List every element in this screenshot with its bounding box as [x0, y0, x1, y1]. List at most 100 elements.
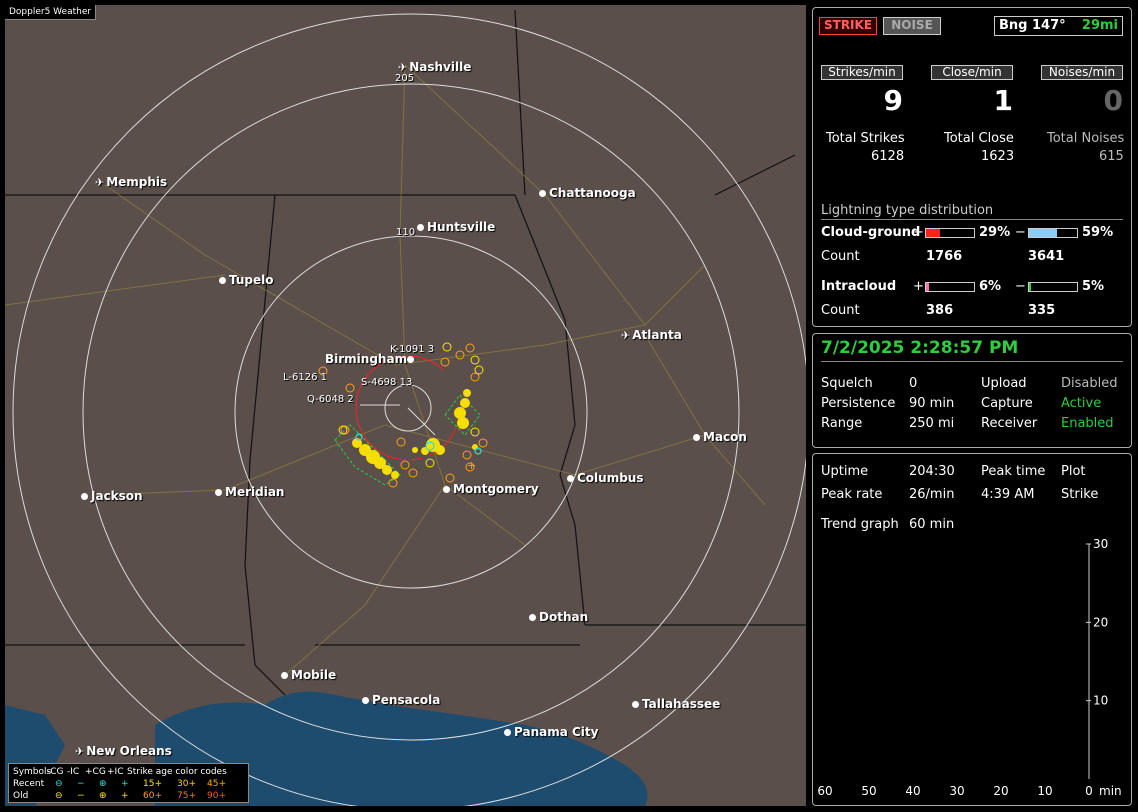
city-label: Montgomery [453, 482, 539, 496]
strike-track-label[interactable]: Q-6048 2 [307, 394, 354, 405]
x-tick-label: 0 [1085, 784, 1093, 798]
age-code: 60+ [143, 791, 162, 801]
city-label: Panama City [514, 725, 599, 739]
cg-positive-bar [925, 228, 975, 238]
peak-time-value: 4:39 AM [981, 487, 1035, 502]
x-tick-label: 60 [817, 784, 832, 798]
city-label: Tupelo [229, 273, 274, 287]
city-dot-icon [362, 697, 369, 704]
cg-negative-count: 3641 [1028, 249, 1065, 264]
strike-track-label[interactable]: S-4698 13 [361, 377, 412, 388]
range-value: 250 mi [909, 416, 955, 431]
city-macon: Macon [693, 430, 747, 444]
plot-value[interactable]: Strike [1061, 487, 1098, 502]
legend-header: Symbols -CG -IC +CG +IC Strike age color… [13, 766, 244, 778]
city-dot-icon [567, 475, 574, 482]
capture-value: Active [1061, 396, 1102, 411]
strike-track-label[interactable]: L-6126 1 [283, 372, 327, 383]
city-nashville: ✈ Nashville [398, 60, 471, 74]
legend-neg-ic: -IC [67, 767, 80, 777]
city-huntsville: Huntsville [417, 220, 495, 234]
close-per-min-label[interactable]: Close/min [931, 65, 1013, 80]
map-background: + [5, 9, 806, 806]
city-dot-icon [504, 729, 511, 736]
legend-old-label: Old [13, 791, 29, 801]
airport-icon: ✈ [621, 329, 631, 342]
distribution-title: Lightning type distribution [821, 203, 1123, 220]
city-montgomery: Montgomery [443, 482, 539, 496]
ic-negative-fill [1029, 283, 1032, 291]
noises-per-min-label[interactable]: Noises/min [1041, 65, 1123, 80]
neg-cg-symbol-icon: ⊖ [55, 779, 63, 789]
ic-negative-pct: 5% [1082, 279, 1105, 294]
age-code: 45+ [207, 779, 226, 789]
city-dot-icon [632, 701, 639, 708]
cg-positive-sign: + [913, 225, 924, 240]
peak-rate-label: Peak rate [821, 487, 883, 502]
y-tick-label: 10 [1093, 694, 1108, 708]
x-tick-label: 30 [949, 784, 964, 798]
x-tick-label: 10 [1037, 784, 1052, 798]
legend-recent-row: Recent ⊖ − ⊕ + 15+ 30+ 45+ [13, 778, 244, 790]
svg-text:+: + [467, 459, 476, 472]
age-code: 90+ [207, 791, 226, 801]
noise-mode-button[interactable]: NOISE [883, 17, 941, 35]
trend-graph: 30 20 10 60 50 40 30 20 10 0 min [817, 537, 1122, 798]
cg-negative-fill [1029, 229, 1058, 237]
city-new-orleans: ✈ New Orleans [75, 744, 172, 758]
city-meridian: Meridian [215, 485, 284, 499]
city-chattanooga: Chattanooga [539, 186, 636, 200]
cg-negative-sign: − [1015, 225, 1026, 240]
city-label: Chattanooga [549, 186, 636, 200]
city-panama-city: Panama City [504, 725, 598, 739]
x-tick-label: 20 [993, 784, 1008, 798]
x-unit-label: min [1099, 784, 1122, 798]
plot-label: Plot [1061, 464, 1086, 479]
ic-positive-pct: 6% [979, 279, 1002, 294]
ic-positive-count: 386 [926, 303, 954, 318]
range-label: Range [821, 416, 863, 431]
persistence-value: 90 min [909, 396, 955, 411]
y-tick-label: 30 [1093, 537, 1108, 551]
city-dot-icon [443, 486, 450, 493]
city-tallahassee: Tallahassee [632, 697, 720, 711]
legend-recent-label: Recent [13, 779, 45, 789]
strike-mode-button[interactable]: STRIKE [819, 17, 877, 35]
cg-positive-pct: 29% [979, 225, 1011, 240]
city-label: Macon [703, 430, 747, 444]
x-tick-label: 40 [905, 784, 920, 798]
radar-map[interactable]: + Doppler5 Weather ✈ Nashville ✈ Memphis C… [5, 5, 806, 806]
city-label: New Orleans [86, 744, 172, 758]
city-jackson: Jackson [81, 489, 143, 503]
cg-negative-bar [1028, 228, 1078, 238]
city-dothan: Dothan [529, 610, 588, 624]
city-columbus: Columbus [567, 471, 644, 485]
strikes-per-min-label[interactable]: Strikes/min [821, 65, 903, 80]
city-tupelo: Tupelo [219, 273, 274, 287]
squelch-value: 0 [909, 376, 918, 391]
city-label: Mobile [291, 668, 337, 682]
ic-count-label: Count [821, 303, 860, 318]
y-tick-label: 20 [1093, 615, 1108, 629]
app-title: Doppler5 Weather [5, 5, 97, 20]
city-dot-icon [281, 672, 288, 679]
legend-pos-ic: +IC [107, 767, 124, 777]
city-pensacola: Pensacola [362, 693, 440, 707]
pos-ic-symbol-icon: + [121, 779, 129, 789]
cg-count-label: Count [821, 249, 860, 264]
datetime-display: 7/2/2025 2:28:57 PM [821, 338, 1123, 362]
legend-symbols-label: Symbols [13, 767, 52, 777]
city-label: Pensacola [372, 693, 441, 707]
age-code: 15+ [143, 779, 162, 789]
pos-cg-symbol-icon: ⊕ [99, 791, 107, 801]
city-label: Dothan [539, 610, 589, 624]
cloud-ground-label: Cloud-ground [821, 225, 921, 240]
city-mobile: Mobile [281, 668, 336, 682]
noises-per-min-value: 0 [1103, 84, 1123, 117]
strike-track-label[interactable]: K-1091 3 [390, 344, 434, 355]
city-dot-icon [215, 489, 222, 496]
age-code: 75+ [177, 791, 196, 801]
range-label: 205 [395, 73, 415, 84]
cg-positive-count: 1766 [926, 249, 963, 264]
city-memphis: ✈ Memphis [95, 175, 167, 189]
